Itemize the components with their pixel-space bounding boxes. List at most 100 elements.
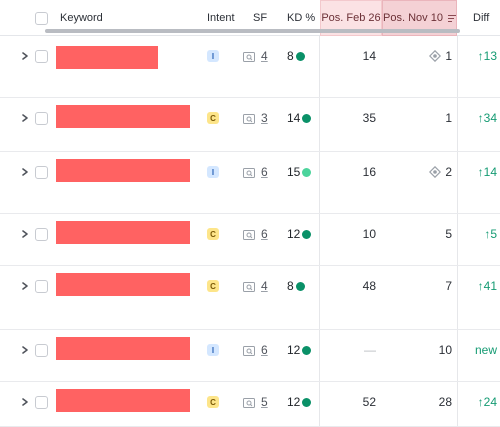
diff-value: new: [474, 343, 497, 357]
row-checkbox-cell[interactable]: [35, 227, 49, 241]
table-row[interactable]: C 6 12 10 5 ↑5: [0, 214, 500, 266]
sf-count[interactable]: 5: [261, 395, 268, 409]
kd-cell: 15: [287, 165, 317, 179]
diff-value: ↑24: [477, 395, 497, 409]
select-all-checkbox[interactable]: [35, 11, 48, 25]
row-checkbox-cell[interactable]: [35, 343, 49, 357]
table-row[interactable]: C 5 12 52 28 ↑24: [0, 382, 500, 427]
expand-row-chevron-icon[interactable]: [20, 165, 30, 179]
serp-features-icon[interactable]: [243, 51, 255, 62]
pos-nov-cell: 28: [382, 395, 452, 409]
sf-cell[interactable]: 6: [243, 343, 279, 357]
diff-value: ↑34: [477, 111, 497, 125]
redacted-keyword[interactable]: [56, 389, 190, 412]
redacted-keyword[interactable]: [56, 337, 190, 360]
table-row[interactable]: I 4 8 14 1 ↑13: [0, 36, 500, 98]
table-row[interactable]: C 3 14 35 1 ↑34: [0, 98, 500, 152]
pos-feb-value: 16: [362, 165, 376, 179]
serp-features-icon[interactable]: [243, 397, 255, 408]
serp-features-icon[interactable]: [243, 113, 255, 124]
redacted-keyword[interactable]: [56, 46, 158, 69]
kd-cell: 8: [287, 49, 317, 63]
intent-badge: C: [207, 228, 219, 240]
sf-count[interactable]: 6: [261, 227, 268, 241]
row-checkbox[interactable]: [35, 49, 48, 63]
serp-features-icon[interactable]: [243, 167, 255, 178]
sf-cell[interactable]: 5: [243, 395, 279, 409]
table-row[interactable]: C 4 8 48 7 ↑41: [0, 266, 500, 330]
serp-feature-diamond-icon: [429, 49, 442, 63]
pos-nov-value: 28: [438, 395, 452, 409]
kd-value: 8: [287, 279, 294, 293]
expand-row-chevron-icon[interactable]: [20, 49, 30, 63]
kd-value: 8: [287, 49, 294, 63]
row-checkbox[interactable]: [35, 227, 48, 241]
expand-row-chevron-icon[interactable]: [20, 279, 30, 293]
pos-nov-cell: 5: [382, 227, 452, 241]
sf-cell[interactable]: 4: [243, 279, 279, 293]
redacted-keyword[interactable]: [56, 221, 190, 244]
pos-feb-value: 35: [362, 111, 376, 125]
kd-value: 12: [287, 395, 301, 409]
pos-feb-value: 52: [362, 395, 376, 409]
kd-value: 12: [287, 343, 301, 357]
kd-difficulty-dot-icon: [302, 397, 312, 407]
sf-count[interactable]: 3: [261, 111, 268, 125]
sf-count[interactable]: 4: [261, 279, 268, 293]
row-checkbox[interactable]: [35, 111, 48, 125]
row-checkbox[interactable]: [35, 165, 48, 179]
intent-cell: I: [207, 343, 219, 357]
row-checkbox-cell[interactable]: [35, 49, 49, 63]
table-row[interactable]: I 6 15 16 2 ↑14: [0, 152, 500, 214]
kd-value: 15: [287, 165, 301, 179]
serp-features-icon[interactable]: [243, 281, 255, 292]
pos-nov-cell: 1: [382, 111, 452, 125]
serp-features-icon[interactable]: [243, 229, 255, 240]
kd-cell: 12: [287, 343, 317, 357]
kd-cell: 12: [287, 227, 317, 241]
intent-badge: I: [207, 344, 219, 356]
row-checkbox[interactable]: [35, 395, 48, 409]
serp-features-icon[interactable]: [243, 345, 255, 356]
intent-badge: I: [207, 50, 219, 62]
pos-nov-value: 1: [445, 49, 452, 63]
expand-row-chevron-icon[interactable]: [20, 111, 30, 125]
horizontal-scrollbar[interactable]: [45, 29, 460, 33]
pos-feb-value: 10: [362, 227, 376, 241]
kd-difficulty-dot-icon: [295, 281, 305, 291]
expand-row-chevron-icon[interactable]: [20, 227, 30, 241]
sf-count[interactable]: 4: [261, 49, 268, 63]
expand-row-chevron-icon[interactable]: [20, 343, 30, 357]
pos-nov-cell: 1: [382, 49, 452, 63]
sf-cell[interactable]: 6: [243, 227, 279, 241]
row-checkbox-cell[interactable]: [35, 395, 49, 409]
row-checkbox-cell[interactable]: [35, 165, 49, 179]
sf-count[interactable]: 6: [261, 343, 268, 357]
pos-feb-value: —: [364, 343, 376, 357]
pos-nov-cell: 10: [382, 343, 452, 357]
row-checkbox[interactable]: [35, 343, 48, 357]
kd-difficulty-dot-icon: [302, 229, 312, 239]
row-checkbox-cell[interactable]: [35, 279, 49, 293]
table-row[interactable]: I 6 12 — 10 new: [0, 330, 500, 382]
row-checkbox[interactable]: [35, 279, 48, 293]
row-checkbox-cell[interactable]: [35, 111, 49, 125]
kd-difficulty-dot-icon: [302, 167, 312, 177]
intent-cell: C: [207, 395, 219, 409]
keyword-positions-table: Keyword Intent SF KD % Pos. Feb 26 Pos. …: [0, 0, 500, 427]
expand-row-chevron-icon[interactable]: [20, 395, 30, 409]
kd-difficulty-dot-icon: [302, 113, 312, 123]
sf-cell[interactable]: 4: [243, 49, 279, 63]
sf-cell[interactable]: 6: [243, 165, 279, 179]
intent-cell: I: [207, 165, 219, 179]
redacted-keyword[interactable]: [56, 273, 190, 296]
column-header-diff[interactable]: Diff: [473, 0, 489, 36]
sf-cell[interactable]: 3: [243, 111, 279, 125]
redacted-keyword[interactable]: [56, 105, 190, 128]
column-header-pos-nov-label: Pos. Nov 10: [383, 12, 443, 24]
sf-count[interactable]: 6: [261, 165, 268, 179]
pos-feb-value: 48: [362, 279, 376, 293]
kd-difficulty-dot-icon: [302, 345, 312, 355]
sort-descending-icon[interactable]: [447, 14, 456, 22]
redacted-keyword[interactable]: [56, 159, 190, 182]
